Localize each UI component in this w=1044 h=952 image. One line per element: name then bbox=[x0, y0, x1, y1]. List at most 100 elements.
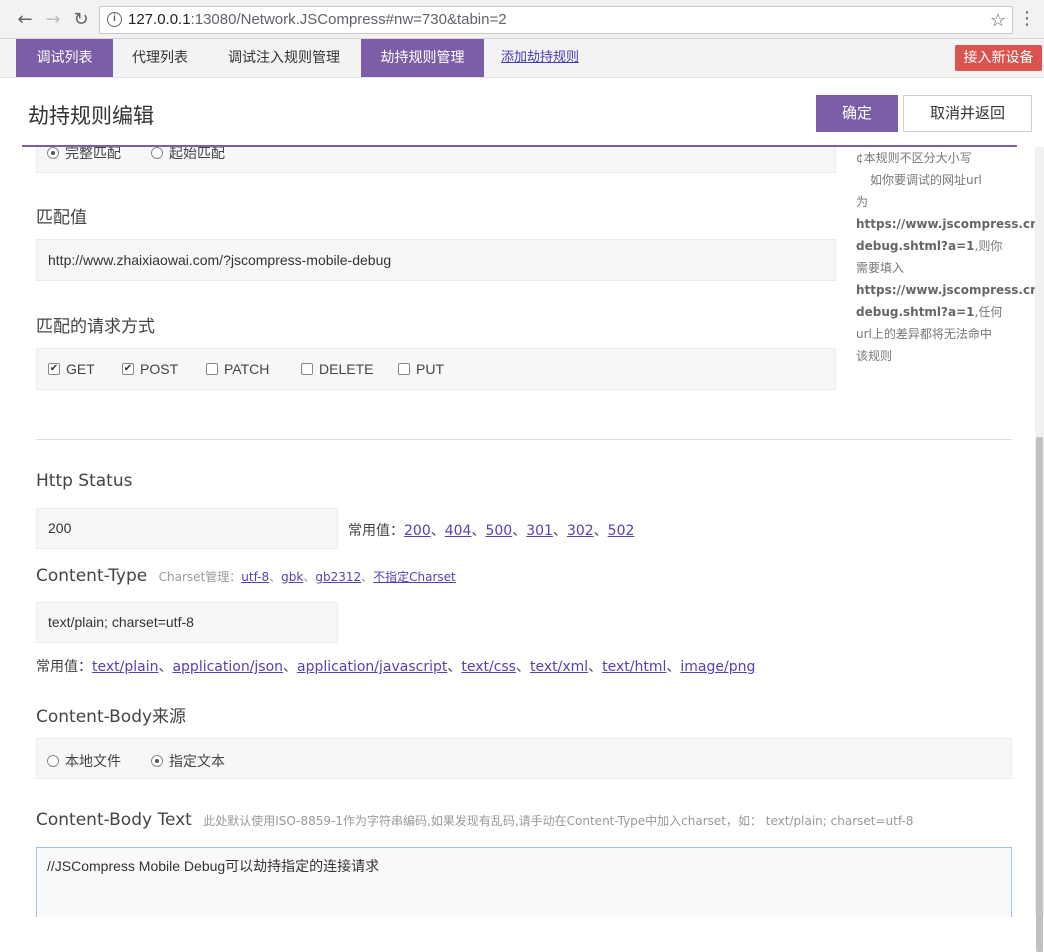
type-css-link[interactable]: text/css bbox=[461, 659, 516, 675]
browser-toolbar: ← → ↻ i 127.0.0.1:13080/Network.JSCompre… bbox=[0, 0, 1044, 39]
hint-url: https://www.jscompress.cn/m bbox=[856, 217, 1044, 231]
charset-manager: Charset管理：utf-8、gbk、gb2312、不指定Charset bbox=[158, 570, 456, 584]
app-nav: 调试列表 代理列表 调试注入规则管理 劫持规则管理 添加劫持规则 接入新设备 bbox=[0, 39, 1044, 78]
url-path: :13080/Network.JSCompress#nw=730&tabin=2 bbox=[190, 11, 507, 28]
charset-gb2312-link[interactable]: gb2312 bbox=[315, 570, 361, 584]
body-text-label: Content-Body Text 此处默认使用ISO-8859-1作为字符串编… bbox=[36, 810, 913, 830]
body-source-label: Content-Body来源 bbox=[36, 707, 187, 727]
hint-line: ,任何 bbox=[974, 305, 1003, 319]
common-values-label: 常用值： bbox=[36, 659, 92, 675]
body-source-text-label: 指定文本 bbox=[169, 753, 225, 769]
method-delete-checkbox[interactable]: DELETE bbox=[301, 361, 373, 377]
hint-line: 为 bbox=[856, 195, 869, 209]
type-javascript-link[interactable]: application/javascript bbox=[297, 659, 447, 675]
charset-label: Charset管理： bbox=[158, 570, 242, 584]
section-divider bbox=[36, 439, 1012, 440]
method-label: DELETE bbox=[319, 361, 374, 377]
http-status-common: 常用值：200、404、500、301、302、502 bbox=[348, 523, 635, 539]
type-xml-link[interactable]: text/xml bbox=[530, 659, 588, 675]
charset-utf8-link[interactable]: utf-8 bbox=[241, 570, 269, 584]
method-get-checkbox[interactable]: ✔ GET bbox=[48, 361, 95, 377]
common-values-label: 常用值： bbox=[348, 523, 404, 539]
connect-device-button[interactable]: 接入新设备 bbox=[955, 45, 1042, 71]
method-label: PATCH bbox=[224, 361, 270, 377]
match-full-label: 完整匹配 bbox=[65, 147, 121, 161]
reload-icon[interactable]: ↻ bbox=[70, 8, 92, 30]
match-type-group: 完整匹配 起始匹配 bbox=[36, 147, 836, 173]
add-hijack-rule-link[interactable]: 添加劫持规则 bbox=[500, 39, 580, 77]
content-type-input[interactable]: text/plain; charset=utf-8 bbox=[36, 602, 338, 643]
checkbox-icon bbox=[398, 363, 410, 375]
tab-inject-rules[interactable]: 调试注入规则管理 bbox=[213, 39, 355, 77]
method-put-checkbox[interactable]: PUT bbox=[398, 361, 444, 377]
status-200-link[interactable]: 200 bbox=[404, 523, 431, 539]
match-value-text: http://www.zhaixiaowai.com/?jscompress-m… bbox=[48, 252, 392, 268]
checkbox-icon bbox=[206, 363, 218, 375]
radio-icon bbox=[151, 147, 163, 159]
charset-gbk-link[interactable]: gbk bbox=[281, 570, 303, 584]
match-prefix-radio[interactable]: 起始匹配 bbox=[151, 147, 225, 163]
methods-label: 匹配的请求方式 bbox=[36, 317, 155, 337]
hint-line: 如你要调试的网址url bbox=[870, 173, 982, 187]
checkbox-icon bbox=[301, 363, 313, 375]
rule-form: 完整匹配 起始匹配 ¢本规则不区分大小写 如你要调试的网址url 为 https… bbox=[0, 147, 1044, 917]
type-text-plain-link[interactable]: text/plain bbox=[92, 659, 158, 675]
editor-header: 劫持规则编辑 确定 取消并返回 bbox=[0, 78, 1044, 147]
checkbox-checked-icon: ✔ bbox=[122, 363, 134, 375]
type-json-link[interactable]: application/json bbox=[172, 659, 283, 675]
match-full-radio[interactable]: 完整匹配 bbox=[47, 147, 121, 163]
address-bar[interactable]: i 127.0.0.1:13080/Network.JSCompress#nw=… bbox=[99, 6, 1013, 34]
content-type-common: 常用值：text/plain、application/json、applicat… bbox=[36, 659, 756, 675]
body-text-note: 此处默认使用ISO-8859-1作为字符串编码,如果发现有乱码,请手动在Cont… bbox=[203, 814, 914, 828]
status-301-link[interactable]: 301 bbox=[526, 523, 553, 539]
hint-url: debug.shtml?a=1 bbox=[856, 305, 975, 319]
body-text-title: Content-Body Text bbox=[36, 810, 192, 830]
http-status-input[interactable]: 200 bbox=[36, 508, 338, 549]
status-500-link[interactable]: 500 bbox=[485, 523, 512, 539]
match-value-input[interactable]: http://www.zhaixiaowai.com/?jscompress-m… bbox=[36, 239, 836, 281]
method-patch-checkbox[interactable]: PATCH bbox=[206, 361, 269, 377]
charset-none-link[interactable]: 不指定Charset bbox=[373, 570, 456, 584]
body-text-area[interactable]: //JSCompress Mobile Debug可以劫持指定的连接请求 bbox=[36, 847, 1012, 917]
bookmark-star-icon[interactable]: ☆ bbox=[990, 7, 1006, 33]
scrollbar-thumb[interactable] bbox=[1036, 437, 1043, 952]
content-type-label: Content-Type Charset管理：utf-8、gbk、gb2312、… bbox=[36, 566, 456, 586]
body-source-file-radio[interactable]: 本地文件 bbox=[47, 751, 121, 771]
body-source-group: 本地文件 指定文本 bbox=[36, 738, 1012, 779]
confirm-button[interactable]: 确定 bbox=[816, 95, 898, 132]
tab-proxy-list[interactable]: 代理列表 bbox=[113, 39, 207, 77]
method-label: GET bbox=[66, 361, 95, 377]
forward-arrow-icon[interactable]: → bbox=[42, 8, 64, 30]
body-source-text-radio[interactable]: 指定文本 bbox=[151, 751, 225, 771]
status-502-link[interactable]: 502 bbox=[608, 523, 635, 539]
tab-hijack-rules[interactable]: 劫持规则管理 bbox=[361, 39, 484, 77]
method-label: PUT bbox=[416, 361, 444, 377]
content-type-title: Content-Type bbox=[36, 566, 148, 586]
hint-line: url上的差异都将无法命中 bbox=[856, 327, 992, 341]
methods-group: ✔ GET ✔ POST PATCH DELETE PUT bbox=[36, 348, 836, 390]
page-scrollbar[interactable] bbox=[1035, 147, 1044, 952]
http-status-label: Http Status bbox=[36, 471, 133, 491]
info-icon[interactable]: i bbox=[107, 12, 122, 27]
type-html-link[interactable]: text/html bbox=[602, 659, 666, 675]
hint-line: 该规则 bbox=[856, 349, 893, 363]
body-source-file-label: 本地文件 bbox=[65, 753, 121, 769]
checkbox-checked-icon: ✔ bbox=[48, 363, 60, 375]
tab-debug-list[interactable]: 调试列表 bbox=[16, 39, 113, 77]
method-post-checkbox[interactable]: ✔ POST bbox=[122, 361, 178, 377]
method-label: POST bbox=[140, 361, 179, 377]
hint-line: ¢本规则不区分大小写 bbox=[856, 151, 972, 165]
match-value-label: 匹配值 bbox=[36, 208, 87, 228]
status-404-link[interactable]: 404 bbox=[445, 523, 472, 539]
hint-url: debug.shtml?a=1 bbox=[856, 239, 975, 253]
cancel-return-button[interactable]: 取消并返回 bbox=[903, 95, 1032, 132]
back-arrow-icon[interactable]: ← bbox=[14, 8, 36, 30]
hint-line: 需要填入 bbox=[856, 261, 905, 275]
radio-icon bbox=[151, 755, 163, 767]
browser-menu-icon[interactable]: ⋮ bbox=[1018, 8, 1036, 30]
url-host: 127.0.0.1 bbox=[128, 11, 191, 28]
status-302-link[interactable]: 302 bbox=[567, 523, 594, 539]
hint-line: ,则你 bbox=[974, 239, 1003, 253]
radio-icon bbox=[47, 755, 59, 767]
type-png-link[interactable]: image/png bbox=[680, 659, 755, 675]
